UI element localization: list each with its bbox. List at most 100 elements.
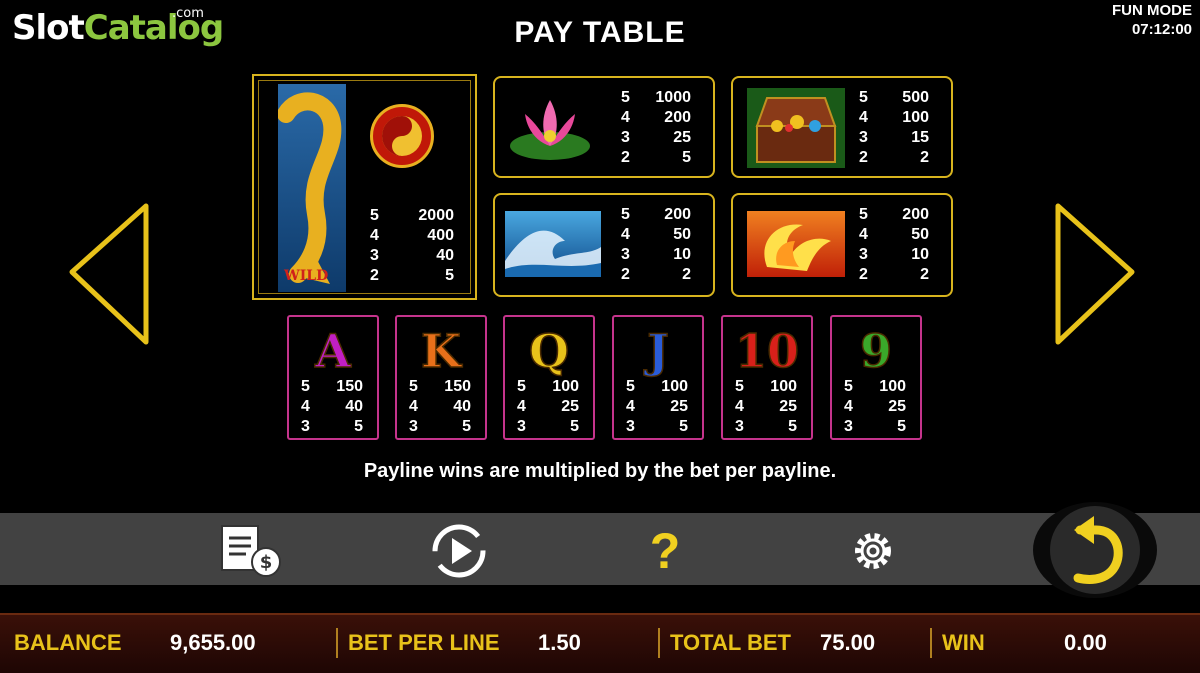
pay-amount: 2 <box>682 266 691 283</box>
pay-row: 3 10 <box>621 245 691 265</box>
pay-row: 35 <box>735 417 797 437</box>
pay-row: 35 <box>844 417 906 437</box>
pay-amount: 10 <box>911 246 929 263</box>
symbol-pay-list: 5 100 4 25 3 5 <box>626 377 688 437</box>
help-icon: ? <box>649 523 681 579</box>
pay-amount: 40 <box>453 398 471 415</box>
pay-row: 5 100 <box>844 377 906 397</box>
pay-amount: 150 <box>444 378 471 395</box>
pay-row: 25 <box>370 266 454 286</box>
wave-paytable-box: 5 200 4 50 3 10 2 2 <box>493 193 715 297</box>
previous-page-arrow[interactable] <box>66 200 156 350</box>
pay-count: 3 <box>859 129 868 146</box>
wave-pay-list: 5 200 4 50 3 10 2 2 <box>621 205 691 285</box>
wild-pay-list: 5 2000 4 400 3 40 2 5 <box>370 206 454 286</box>
pay-amount: 100 <box>661 378 688 395</box>
pay-row: 35 <box>517 417 579 437</box>
pay-amount: 400 <box>427 227 454 244</box>
symbol-k-paytable-box: K 5 150 4 40 3 5 <box>395 315 487 440</box>
pay-count: 5 <box>859 206 868 223</box>
treasure-chest-icon <box>747 88 845 168</box>
chevron-right-icon <box>1055 203 1135 345</box>
treasure-pay-list: 5 500 4 100 3 15 2 2 <box>859 88 929 168</box>
help-button[interactable]: ? <box>630 522 700 580</box>
pay-count: 3 <box>409 418 418 435</box>
win-label: WIN <box>942 630 985 655</box>
symbol-9-icon: 9 <box>859 323 893 379</box>
pay-amount: 5 <box>897 418 906 435</box>
symbol-j-paytable-box: J 5 100 4 25 3 5 <box>612 315 704 440</box>
pay-amount: 25 <box>670 398 688 415</box>
pay-row: 4 50 <box>621 225 691 245</box>
pay-count: 3 <box>517 418 526 435</box>
pay-count: 2 <box>621 266 630 283</box>
pay-row: 4 200 <box>621 108 691 128</box>
pay-amount: 5 <box>788 418 797 435</box>
symbol-10-icon: 10 <box>734 323 800 379</box>
pay-row: 4 25 <box>517 397 579 417</box>
pay-count: 5 <box>301 378 310 395</box>
pay-amount: 2 <box>920 149 929 166</box>
pay-count: 3 <box>301 418 310 435</box>
pay-count: 5 <box>859 89 868 106</box>
pay-amount: 100 <box>552 378 579 395</box>
next-page-arrow[interactable] <box>1052 200 1142 350</box>
pay-count: 4 <box>859 109 868 126</box>
pay-row: 5 100 <box>626 377 688 397</box>
pay-count: 2 <box>621 149 630 166</box>
pay-count: 2 <box>370 267 379 284</box>
symbol-a-paytable-box: A 5 150 4 40 3 5 <box>287 315 379 440</box>
autoplay-button[interactable] <box>424 522 494 580</box>
symbol-9-paytable-box: 9 5 100 4 25 3 5 <box>830 315 922 440</box>
payline-note: Payline wins are multiplied by the bet p… <box>363 460 837 482</box>
pay-count: 4 <box>301 398 310 415</box>
symbol-pay-list: 5 150 4 40 3 5 <box>301 377 363 437</box>
pay-amount: 2 <box>920 266 929 283</box>
pay-count: 4 <box>409 398 418 415</box>
autoplay-icon <box>432 524 486 578</box>
back-button[interactable] <box>1050 506 1140 594</box>
settings-button[interactable] <box>838 522 908 580</box>
paytable-button[interactable]: $ <box>216 522 286 580</box>
pay-count: 5 <box>844 378 853 395</box>
pay-row: 4 25 <box>735 397 797 417</box>
pay-count: 5 <box>621 206 630 223</box>
lotus-icon <box>505 90 595 164</box>
pay-amount: 5 <box>679 418 688 435</box>
lotus-paytable-box: 5 1000 4 200 3 25 2 5 <box>493 76 715 178</box>
pay-amount: 150 <box>336 378 363 395</box>
pay-amount: 200 <box>902 206 929 223</box>
pay-amount: 25 <box>779 398 797 415</box>
pay-row: 5 200 <box>859 205 929 225</box>
balance-value: 9,655.00 <box>170 630 256 655</box>
pay-count: 4 <box>370 227 379 244</box>
pay-amount: 25 <box>673 129 691 146</box>
pay-amount: 40 <box>345 398 363 415</box>
phoenix-icon <box>747 211 845 277</box>
svg-text:$: $ <box>260 552 273 573</box>
pay-count: 5 <box>735 378 744 395</box>
pay-amount: 500 <box>902 89 929 106</box>
pay-count: 3 <box>621 246 630 263</box>
pay-row: 3 40 <box>370 246 454 266</box>
phoenix-pay-list: 5 200 4 50 3 10 2 2 <box>859 205 929 285</box>
bet-per-line-value: 1.50 <box>538 630 581 655</box>
pay-row: 35 <box>409 417 471 437</box>
pay-count: 2 <box>859 149 868 166</box>
pay-count: 3 <box>370 247 379 264</box>
paytable-icon: $ <box>221 525 281 577</box>
pay-count: 4 <box>859 226 868 243</box>
pay-count: 4 <box>621 226 630 243</box>
pay-row: 5 2000 <box>370 206 454 226</box>
pay-row: 4 25 <box>844 397 906 417</box>
wave-icon <box>505 211 601 277</box>
page-title: PAY TABLE <box>514 16 686 49</box>
total-bet-label: TOTAL BET <box>670 630 791 655</box>
pay-count: 5 <box>370 207 379 224</box>
pay-row: 22 <box>859 148 929 168</box>
pay-count: 4 <box>844 398 853 415</box>
pay-amount: 10 <box>673 246 691 263</box>
pay-amount: 5 <box>682 149 691 166</box>
pay-amount: 50 <box>673 226 691 243</box>
pay-row: 5 150 <box>301 377 363 397</box>
